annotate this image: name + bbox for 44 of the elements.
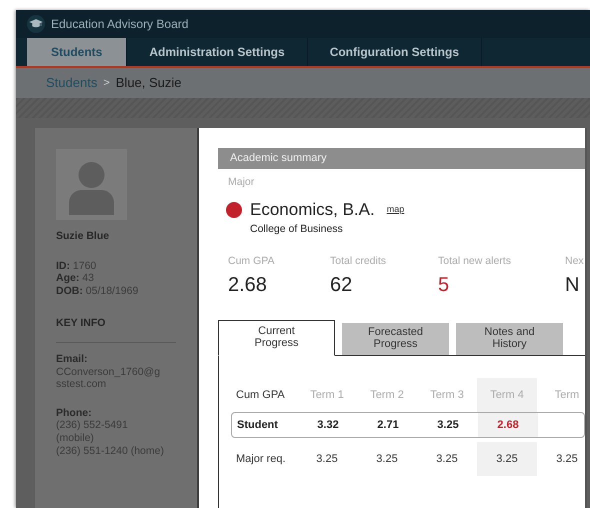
table-cell-text: 3.25 <box>556 452 578 466</box>
avatar-silhouette <box>56 149 127 220</box>
section-heading: KEY INFO <box>56 317 176 343</box>
app-title: Education Advisory Board <box>51 16 188 33</box>
table-cell-text: 3.25 <box>316 452 338 466</box>
map-link[interactable]: map <box>386 202 404 216</box>
field-label: Major <box>228 175 256 190</box>
table-cell-text: 3.25 <box>436 452 458 466</box>
stat-value: 2.68 <box>228 272 268 298</box>
column-header: Term 3 <box>430 388 464 402</box>
graduation-cap-icon <box>27 15 45 33</box>
contact-label: Phone: <box>56 406 93 420</box>
college-name: College of Business <box>250 222 344 238</box>
stat-value: 62 <box>330 272 354 298</box>
breadcrumb-separator: > <box>103 76 110 91</box>
stat-label: Total new alerts <box>438 254 512 269</box>
breadcrumb-current: Blue, Suzie <box>116 74 182 92</box>
stat-value: N <box>565 272 580 298</box>
progress-tab[interactable]: Notes and History <box>456 322 563 355</box>
column-header: Term 2 <box>370 388 404 402</box>
table-cell-text: 3.25 <box>376 452 398 466</box>
table-cell-text: 2.71 <box>377 418 399 432</box>
progress-tab[interactable]: Current Progress <box>218 320 335 356</box>
table-cell-text: 3.25 <box>437 418 459 432</box>
column-header: Term <box>554 388 580 402</box>
student-name: Suzie Blue <box>56 230 110 243</box>
stat-value: 5 <box>438 272 450 298</box>
nav-tab[interactable]: Configuration Settings <box>308 38 482 66</box>
stat-label: Cum GPA <box>228 254 276 269</box>
table-cell-text: 3.25 <box>496 452 518 466</box>
table-cell-text: 2.68 <box>497 418 519 432</box>
row-label: Student <box>237 418 278 430</box>
column-header: Term 1 <box>310 388 344 402</box>
contact-label: Email: <box>56 352 89 366</box>
table-cell-text: 3.32 <box>317 418 339 432</box>
row-label: Major req. <box>236 452 286 464</box>
column-header: Cum GPA <box>236 388 285 400</box>
section-header: Academic summary <box>218 148 585 169</box>
progress-tab[interactable]: Forecasted Progress <box>342 322 449 355</box>
stat-label: Total credits <box>330 254 388 269</box>
major-name: Economics, B.A. <box>250 198 375 221</box>
nav-tab[interactable]: Administration Settings <box>127 38 308 66</box>
column-header: Term 4 <box>490 388 524 402</box>
stat-label: Nex <box>565 254 585 269</box>
